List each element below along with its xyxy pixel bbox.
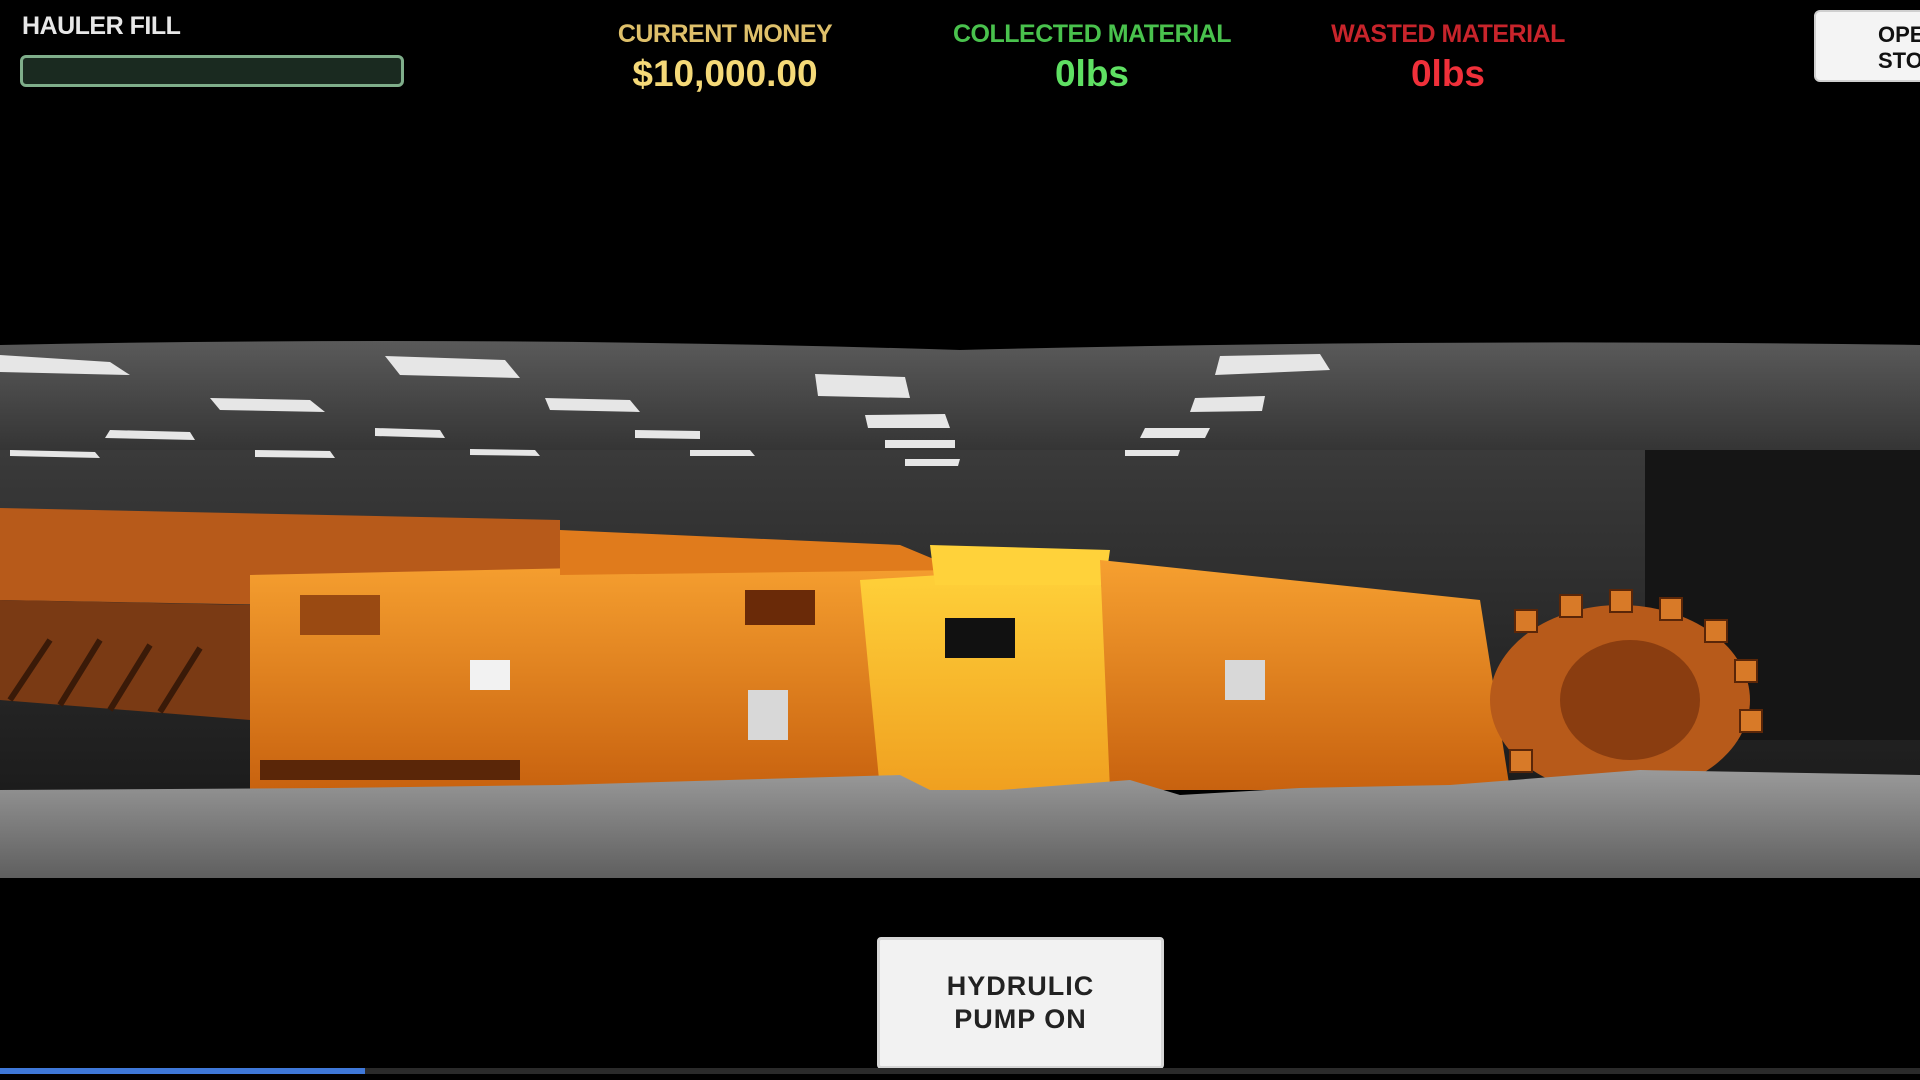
open-store-button[interactable]: OPE STO [1814, 10, 1920, 82]
video-progress-fill [0, 1068, 365, 1074]
wasted-material-value: 0lbs [1410, 53, 1486, 94]
wasted-material-label: WASTED MATERIAL [1331, 20, 1565, 48]
video-progress-bar[interactable] [0, 1068, 1920, 1074]
current-money-value: $10,000.00 [632, 53, 818, 94]
wasted-material: WASTED MATERIAL 0lbs [1268, 20, 1628, 95]
hud: HAULER FILL CURRENT MONEY $10,000.00 COL… [0, 0, 1920, 130]
hauler-fill-bar [20, 55, 404, 87]
mine-scene [0, 341, 1920, 878]
collected-material-label: COLLECTED MATERIAL [952, 20, 1232, 48]
collected-material-value: 0lbs [1054, 53, 1130, 94]
hydraulic-pump-button[interactable]: HYDRULIC PUMP ON [877, 937, 1164, 1069]
current-money-label: CURRENT MONEY [617, 20, 833, 48]
collected-material: COLLECTED MATERIAL 0lbs [912, 20, 1272, 95]
hauler-fill-label: HAULER FILL [22, 12, 181, 40]
current-money: CURRENT MONEY $10,000.00 [545, 20, 905, 95]
